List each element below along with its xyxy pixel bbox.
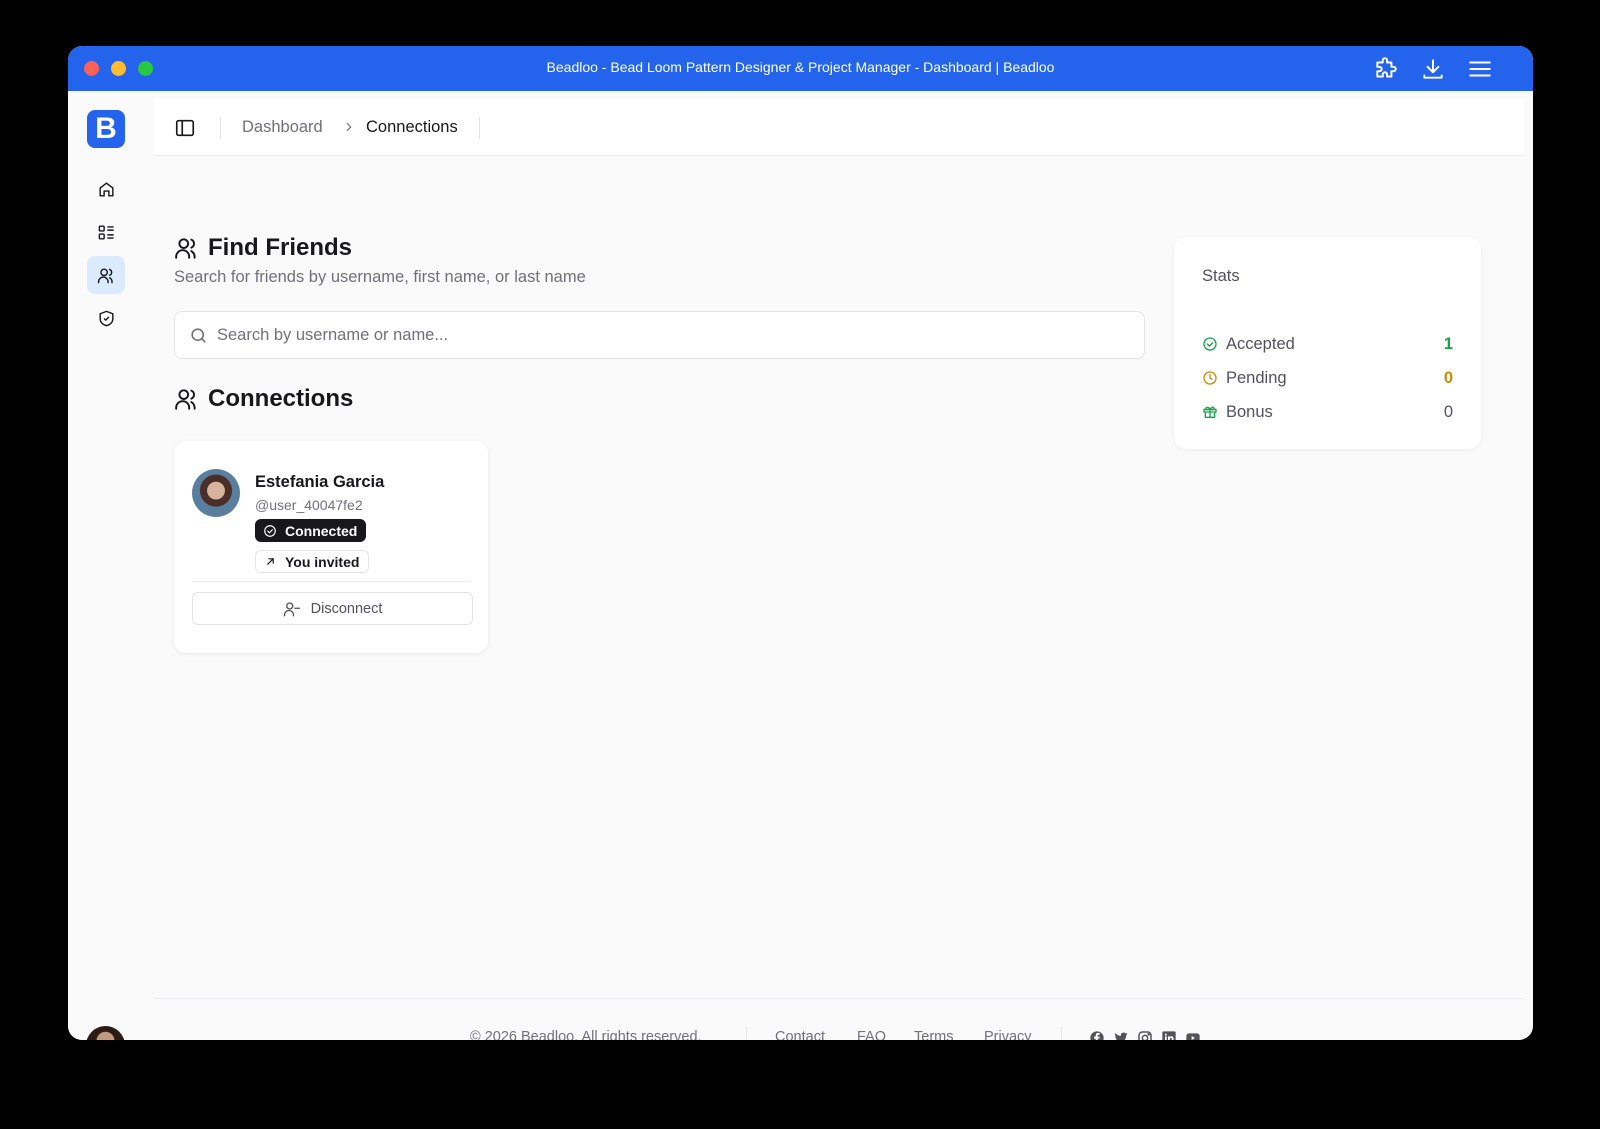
footer-link-privacy[interactable]: Privacy (984, 1029, 1032, 1040)
disconnect-button-label: Disconnect (310, 600, 383, 617)
app-logo[interactable]: B (87, 110, 125, 148)
direction-badge-label: You invited (285, 553, 360, 570)
connection-name: Estefania Garcia (255, 473, 385, 491)
top-bar: Dashboard Connections (154, 99, 1524, 156)
stat-label: Pending (1226, 369, 1287, 387)
facebook-icon[interactable] (1089, 1030, 1105, 1040)
search-icon (191, 328, 206, 343)
direction-badge: You invited (255, 550, 370, 573)
shield-icon (98, 310, 114, 326)
youtube-icon[interactable] (1185, 1030, 1201, 1040)
find-friends-subtitle: Search for friends by username, first na… (174, 268, 586, 286)
disconnect-button[interactable]: Disconnect (192, 592, 473, 625)
puzzle-icon[interactable] (1373, 56, 1399, 82)
sidebar-toggle-icon[interactable] (174, 117, 196, 139)
avatar (192, 469, 240, 517)
divider (192, 581, 470, 582)
menu-icon[interactable] (1467, 56, 1493, 82)
stat-label: Accepted (1226, 335, 1295, 353)
home-icon (98, 181, 114, 197)
footer-link-terms[interactable]: Terms (914, 1029, 953, 1040)
status-badge: Connected (255, 519, 367, 542)
search-box (174, 311, 1145, 359)
stats-title: Stats (1202, 267, 1240, 285)
connections-title: Connections (208, 385, 354, 412)
divider (1061, 1027, 1062, 1040)
linkedin-icon[interactable] (1161, 1030, 1177, 1040)
users-icon (175, 238, 196, 259)
connection-handle: @user_40047fe2 (255, 497, 363, 513)
stat-row-bonus: Bonus 0 (1202, 401, 1453, 423)
sidebar: B (68, 91, 154, 1040)
check-circle-icon (1203, 337, 1217, 351)
stats-panel: Stats Accepted 1 Pending 0 Bonus 0 (1174, 237, 1481, 449)
stat-value: 0 (1443, 369, 1453, 387)
footer: © 2026 Beadloo. All rights reserved. Con… (154, 998, 1524, 1040)
sidebar-item-connections[interactable] (87, 256, 125, 294)
user-avatar[interactable] (86, 1026, 125, 1040)
divider (220, 117, 221, 139)
twitter-icon[interactable] (1113, 1030, 1129, 1040)
breadcrumb-dashboard[interactable]: Dashboard (242, 118, 323, 137)
clock-icon (1203, 371, 1217, 385)
footer-copyright: © 2026 Beadloo. All rights reserved. (470, 1029, 702, 1040)
chevron-right-icon (346, 122, 352, 132)
sidebar-item-security[interactable] (87, 299, 125, 337)
connection-card: Estefania Garcia @user_40047fe2 Connecte… (174, 441, 488, 653)
footer-link-contact[interactable]: Contact (775, 1029, 825, 1040)
users-icon (97, 267, 113, 283)
breadcrumb-current: Connections (366, 118, 458, 136)
window-title: Beadloo - Bead Loom Pattern Designer & P… (546, 59, 1055, 75)
divider (746, 1027, 747, 1040)
main-content: Dashboard Connections Find Friends Searc… (154, 91, 1524, 1040)
user-minus-icon (283, 601, 300, 616)
check-circle-icon (264, 524, 276, 537)
users-icon (175, 389, 196, 410)
app-window: Beadloo - Bead Loom Pattern Designer & P… (68, 46, 1533, 1040)
download-icon[interactable] (1420, 56, 1446, 82)
list-icon (98, 224, 114, 240)
arrow-up-right-icon (267, 558, 274, 565)
stat-label: Bonus (1226, 403, 1273, 421)
stat-value: 0 (1443, 403, 1453, 421)
divider (479, 117, 480, 139)
find-friends-title: Find Friends (208, 234, 352, 261)
instagram-icon[interactable] (1137, 1030, 1153, 1040)
title-bar: Beadloo - Bead Loom Pattern Designer & P… (68, 46, 1533, 91)
stat-row-accepted: Accepted 1 (1202, 333, 1453, 355)
stat-row-pending: Pending 0 (1202, 367, 1453, 389)
sidebar-item-projects[interactable] (87, 213, 125, 251)
search-input[interactable] (217, 312, 1117, 358)
gift-icon (1203, 406, 1217, 418)
status-badge-label: Connected (285, 522, 358, 539)
stat-value: 1 (1443, 335, 1453, 353)
sidebar-item-home[interactable] (87, 170, 125, 208)
footer-link-faq[interactable]: FAQ (857, 1029, 886, 1040)
